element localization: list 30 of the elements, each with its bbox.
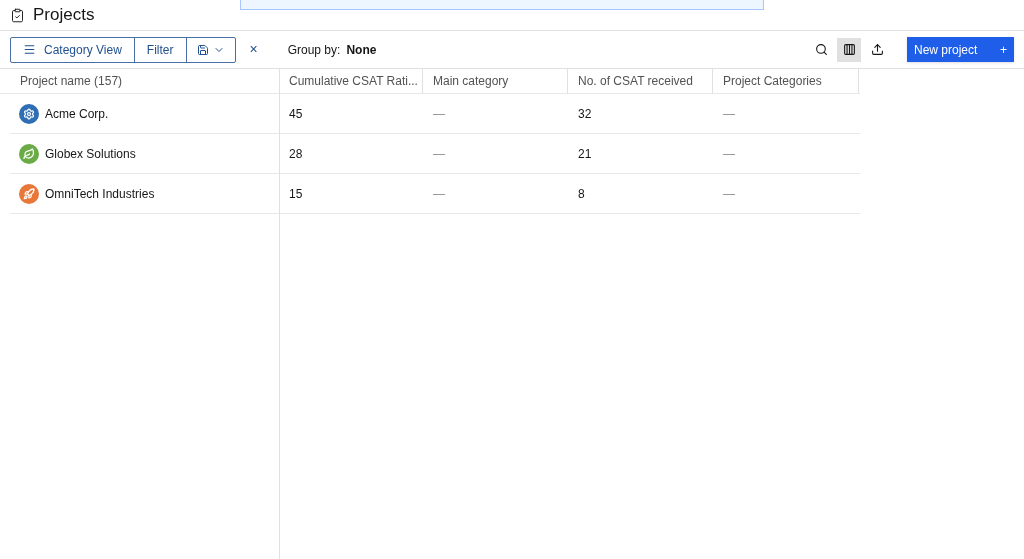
new-project-button[interactable]: New project + (907, 37, 1014, 62)
project-name[interactable]: Acme Corp. (45, 104, 109, 123)
project-name[interactable]: OmniTech Industries (45, 184, 155, 203)
filter-button[interactable]: Filter (134, 37, 187, 62)
columns-icon[interactable] (837, 37, 861, 62)
column-header[interactable]: Main category (433, 72, 509, 90)
page-title: Projects (33, 4, 95, 27)
table-cell: 21 (578, 146, 592, 161)
column-header[interactable]: Project Categories (723, 72, 822, 90)
group-by-dropdown[interactable]: None (346, 40, 377, 59)
table-cell: — (433, 186, 445, 201)
table-cell: 32 (578, 106, 592, 121)
list-icon (23, 43, 36, 56)
table-cell: 45 (289, 106, 303, 121)
table-cell: — (723, 106, 735, 121)
category-view-button[interactable]: Category View (11, 37, 135, 62)
column-header[interactable]: Cumulative CSAT Rati... (289, 72, 418, 90)
group-by-label: Group by: (287, 41, 341, 59)
table-cell: — (723, 146, 735, 161)
project-name[interactable]: Globex Solutions (45, 144, 136, 163)
clear-button[interactable]: × (249, 39, 258, 60)
column-header[interactable]: Project name (157) (20, 72, 123, 90)
table-cell: 28 (289, 146, 303, 161)
table-cell: 15 (289, 186, 303, 201)
table-cell: — (723, 186, 735, 201)
table-cell: — (433, 106, 445, 121)
table-cell: 8 (578, 186, 585, 201)
table-cell: — (433, 146, 445, 161)
clipboard-icon (10, 7, 25, 23)
column-header[interactable]: No. of CSAT received (578, 72, 693, 90)
